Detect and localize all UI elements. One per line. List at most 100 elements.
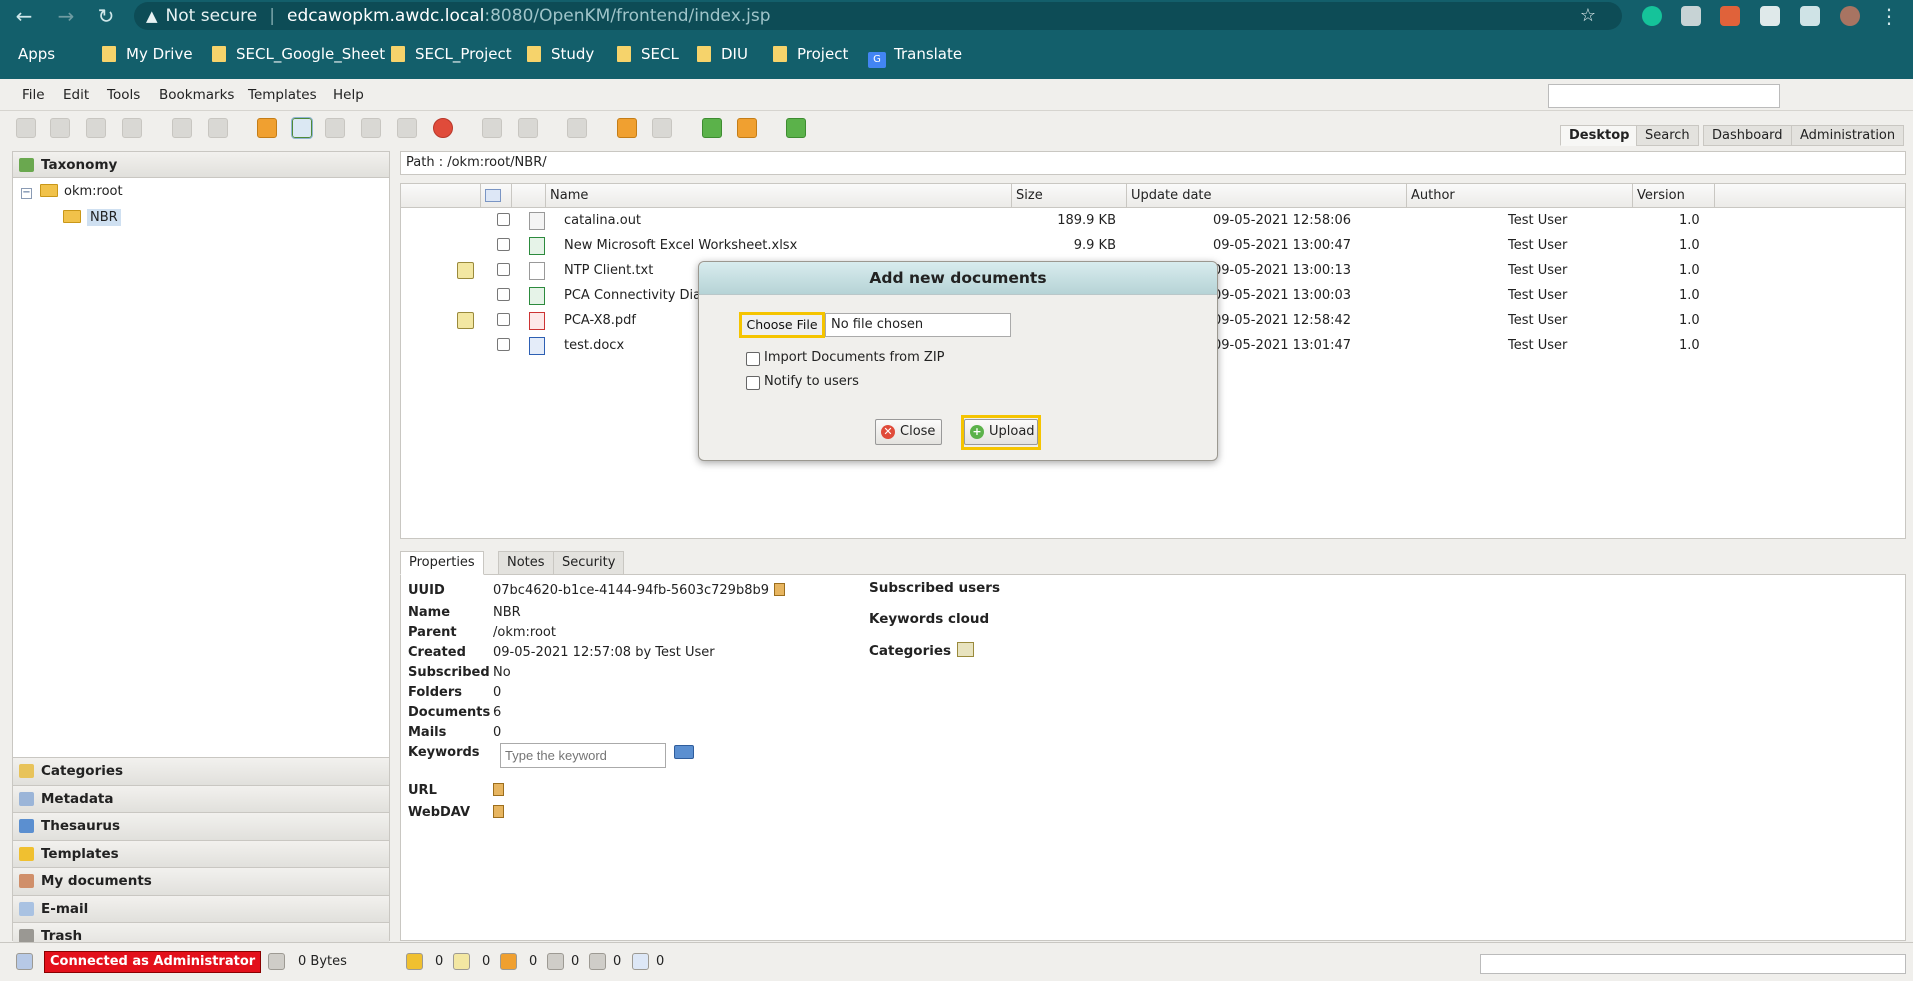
tab-search[interactable]: Search bbox=[1636, 125, 1699, 146]
lock-icon[interactable] bbox=[50, 118, 70, 138]
bookmark-diu[interactable]: DIU bbox=[697, 45, 748, 63]
refresh-icon[interactable] bbox=[702, 118, 722, 138]
bookmark-apps[interactable]: Apps bbox=[18, 45, 434, 244]
col-version[interactable]: Version bbox=[1633, 184, 1715, 208]
tab-security[interactable]: Security bbox=[553, 551, 625, 575]
checkout-icon[interactable] bbox=[172, 118, 192, 138]
checkout-docs-icon[interactable] bbox=[453, 953, 470, 970]
accordion-categories[interactable]: Categories bbox=[13, 757, 389, 785]
tab-administration[interactable]: Administration bbox=[1791, 125, 1905, 146]
accordion-email[interactable]: E-mail bbox=[13, 894, 389, 922]
create-folder-icon[interactable] bbox=[257, 118, 277, 138]
menu-tools[interactable]: Tools bbox=[107, 87, 140, 103]
col-select[interactable] bbox=[481, 184, 512, 208]
proposed-subscriptions-icon[interactable] bbox=[632, 953, 649, 970]
row-checkbox[interactable] bbox=[497, 338, 510, 351]
cell-name[interactable]: PCA Connectivity Diag bbox=[564, 288, 709, 303]
move-icon[interactable] bbox=[397, 118, 417, 138]
back-icon[interactable]: ← bbox=[12, 4, 36, 28]
row-checkbox[interactable] bbox=[497, 288, 510, 301]
bookmark-secl-google-sheet[interactable]: SECL_Google_Sheet bbox=[212, 45, 385, 63]
workflow-gear-icon[interactable] bbox=[567, 118, 587, 138]
choose-file-button[interactable]: Choose File bbox=[739, 312, 825, 338]
accordion-my-documents[interactable]: My documents bbox=[13, 867, 389, 895]
cell-name[interactable]: New Microsoft Excel Worksheet.xlsx bbox=[564, 238, 797, 253]
accordion-templates[interactable]: Templates bbox=[13, 839, 389, 867]
grammarly-extension-icon[interactable] bbox=[1642, 6, 1662, 26]
unlock-icon[interactable] bbox=[86, 118, 106, 138]
locked-docs-icon[interactable] bbox=[406, 953, 423, 970]
forward-icon[interactable]: → bbox=[54, 4, 78, 28]
copy-uuid-icon[interactable] bbox=[774, 583, 786, 596]
subscribed-folders-icon[interactable] bbox=[547, 953, 564, 970]
bookmark-secl-project[interactable]: SECL_Project bbox=[391, 45, 512, 63]
col-update-date[interactable]: Update date bbox=[1127, 184, 1407, 208]
keyword-input[interactable] bbox=[500, 743, 666, 768]
copy-url-icon[interactable] bbox=[493, 783, 504, 796]
subscribe-icon[interactable] bbox=[617, 118, 637, 138]
find-icon[interactable] bbox=[16, 118, 36, 138]
table-row[interactable]: New Microsoft Excel Worksheet.xlsx 9.9 KB… bbox=[401, 234, 1905, 259]
tab-notes[interactable]: Notes bbox=[498, 551, 554, 575]
tab-properties[interactable]: Properties bbox=[400, 551, 484, 575]
select-all-icon[interactable] bbox=[485, 189, 501, 202]
menu-bookmarks[interactable]: Bookmarks bbox=[159, 87, 234, 103]
camera-extension-icon[interactable] bbox=[1681, 6, 1701, 26]
extensions-puzzle-icon[interactable] bbox=[1800, 6, 1820, 26]
browser-menu-icon[interactable]: ⋮ bbox=[1877, 4, 1901, 28]
bookmark-star-icon[interactable]: ☆ bbox=[1580, 2, 1596, 30]
subscribed-docs-icon[interactable] bbox=[500, 953, 517, 970]
scanner-icon[interactable] bbox=[786, 118, 806, 138]
accordion-thesaurus[interactable]: Thesaurus bbox=[13, 812, 389, 840]
bookmark-translate[interactable]: G Translate bbox=[868, 45, 962, 68]
accordion-taxonomy[interactable]: Taxonomy bbox=[13, 152, 389, 178]
menu-help[interactable]: Help bbox=[333, 87, 364, 103]
profile-avatar[interactable] bbox=[1840, 6, 1860, 26]
upload-button[interactable]: + Upload bbox=[964, 419, 1038, 445]
tab-desktop[interactable]: Desktop bbox=[1560, 125, 1639, 146]
close-button[interactable]: ✕ Close bbox=[875, 419, 943, 445]
quick-search-input[interactable] bbox=[1548, 84, 1780, 108]
thesaurus-book-icon[interactable] bbox=[674, 745, 694, 759]
collapse-icon[interactable]: − bbox=[21, 188, 32, 199]
bookmark-my-drive[interactable]: My Drive bbox=[102, 45, 193, 63]
notify-users-checkbox[interactable] bbox=[746, 376, 760, 390]
bookmark-study[interactable]: Study bbox=[527, 45, 594, 63]
row-checkbox[interactable] bbox=[497, 263, 510, 276]
cell-name[interactable]: NTP Client.txt bbox=[564, 263, 653, 278]
tree-node-nbr[interactable]: NBR bbox=[63, 209, 121, 226]
row-checkbox[interactable] bbox=[497, 213, 510, 226]
row-checkbox[interactable] bbox=[497, 313, 510, 326]
copy-icon[interactable] bbox=[361, 118, 381, 138]
screen-extension-icon[interactable] bbox=[1760, 6, 1780, 26]
table-row[interactable]: catalina.out 189.9 KB 09-05-2021 12:58:06 T… bbox=[401, 209, 1905, 234]
cell-name[interactable]: PCA-X8.pdf bbox=[564, 313, 636, 328]
col-size[interactable]: Size bbox=[1012, 184, 1127, 208]
delete-icon[interactable] bbox=[433, 118, 453, 138]
import-zip-checkbox[interactable] bbox=[746, 352, 760, 366]
checkin-icon[interactable] bbox=[208, 118, 228, 138]
bookmark-secl[interactable]: SECL bbox=[617, 45, 679, 63]
print-icon[interactable] bbox=[122, 118, 142, 138]
menu-edit[interactable]: Edit bbox=[63, 87, 89, 103]
col-name[interactable]: Name bbox=[546, 184, 1012, 208]
address-bar[interactable]: ▲ Not secure | edcawopkm.awdc.local:8080/Op… bbox=[134, 2, 1622, 30]
remove-property-group-icon[interactable] bbox=[518, 118, 538, 138]
accordion-metadata[interactable]: Metadata bbox=[13, 784, 389, 812]
copy-webdav-icon[interactable] bbox=[493, 805, 504, 818]
add-document-icon[interactable] bbox=[291, 117, 313, 139]
col-author[interactable]: Author bbox=[1407, 184, 1633, 208]
menu-file[interactable]: File bbox=[22, 87, 45, 103]
add-property-group-icon[interactable] bbox=[482, 118, 502, 138]
cell-name[interactable]: catalina.out bbox=[564, 213, 641, 228]
workflow-gear-icon[interactable] bbox=[589, 953, 606, 970]
tab-dashboard[interactable]: Dashboard bbox=[1703, 125, 1792, 146]
tree-node-root[interactable]: − okm:root bbox=[21, 184, 123, 199]
unsubscribe-icon[interactable] bbox=[652, 118, 672, 138]
menu-templates[interactable]: Templates bbox=[248, 87, 317, 103]
bookmark-project[interactable]: Project bbox=[773, 45, 848, 63]
cell-name[interactable]: test.docx bbox=[564, 338, 624, 353]
home-icon[interactable] bbox=[737, 118, 757, 138]
download-icon[interactable] bbox=[325, 118, 345, 138]
music-extension-icon[interactable] bbox=[1720, 6, 1740, 26]
